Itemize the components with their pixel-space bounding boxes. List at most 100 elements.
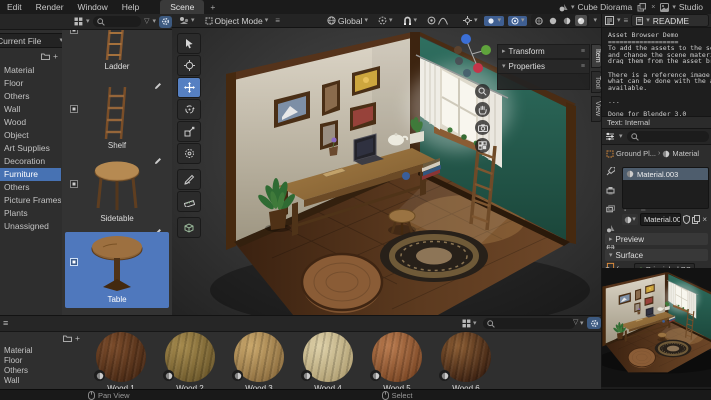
tool-annotate[interactable]: [177, 169, 201, 190]
asset-tile-table-selected[interactable]: Table: [65, 232, 169, 308]
catalog-item[interactable]: Floor: [0, 356, 83, 366]
text-editor-body[interactable]: Asset Browser Demo ================== To…: [602, 28, 711, 116]
catalog-item-selected[interactable]: Furniture: [0, 168, 61, 181]
pivot-point-button[interactable]: ▾: [375, 15, 396, 26]
gear-icon[interactable]: [587, 317, 601, 329]
tool-move[interactable]: [177, 77, 201, 98]
tool-measure[interactable]: [177, 191, 201, 212]
catalog-item[interactable]: Others: [0, 181, 61, 194]
orientation-dropdown[interactable]: Global ▾: [324, 15, 371, 27]
material-slot-list[interactable]: Material.003: [622, 167, 709, 209]
catalog-item[interactable]: Wall: [0, 103, 61, 116]
unlink-icon[interactable]: ×: [702, 215, 707, 224]
asset-tile-wood5[interactable]: Wood 5: [366, 330, 428, 390]
catalog-item[interactable]: Floor: [0, 77, 61, 90]
tool-rotate[interactable]: [177, 99, 201, 120]
preview-panel-header[interactable]: ▸ Preview: [605, 233, 708, 245]
viewport-3d[interactable]: ▾ Object Mode ▾ ≡ Global ▾ ▾ ▾ ▾ ▾ ▾ ▾ ▸…: [172, 14, 601, 315]
add-catalog-button[interactable]: +: [75, 333, 80, 343]
tool-add-cube[interactable]: [177, 217, 201, 238]
search-input[interactable]: [483, 318, 575, 329]
pan-view-button[interactable]: [475, 102, 490, 117]
text-editor-icon[interactable]: [605, 16, 614, 25]
catalog-item[interactable]: Others: [0, 90, 61, 103]
catalog-item[interactable]: Material: [0, 64, 61, 77]
tool-cursor[interactable]: [177, 55, 201, 76]
catalog-item[interactable]: Wood: [0, 116, 61, 129]
shading-rendered-icon[interactable]: [575, 15, 588, 26]
shading-material-icon[interactable]: [561, 15, 573, 26]
asset-source-dropdown[interactable]: Current File ▾: [0, 33, 68, 48]
catalog-item[interactable]: Unassigned: [0, 220, 61, 233]
tab-view[interactable]: View: [591, 96, 601, 122]
new-catalog-icon[interactable]: [41, 52, 51, 60]
new-catalog-icon[interactable]: [63, 333, 73, 343]
menu-window[interactable]: Window: [71, 2, 115, 12]
catalog-item[interactable]: Others: [0, 366, 83, 376]
surface-panel-header[interactable]: ▾ Surface: [605, 249, 708, 261]
filter-icon[interactable]: ▽: [573, 319, 578, 326]
properties-search-input[interactable]: [626, 131, 709, 142]
asset-checkbox-icon[interactable]: [70, 258, 78, 266]
catalog-item[interactable]: Plants: [0, 207, 61, 220]
ortho-toggle-button[interactable]: [475, 138, 490, 153]
tool-scale[interactable]: [177, 121, 201, 142]
tab-output-icon[interactable]: [603, 184, 617, 196]
catalog-item[interactable]: Decoration: [0, 155, 61, 168]
display-mode-icon[interactable]: [74, 17, 83, 26]
add-workspace-button[interactable]: +: [204, 2, 221, 12]
asset-tile-wood1[interactable]: Wood 1: [90, 330, 152, 390]
menu-help[interactable]: Help: [115, 2, 146, 12]
copy-icon[interactable]: [692, 215, 701, 224]
fake-user-shield-icon[interactable]: [683, 215, 691, 224]
tab-item[interactable]: Item: [591, 44, 601, 68]
gear-icon[interactable]: [159, 15, 172, 28]
asset-checkbox-icon[interactable]: [70, 180, 78, 188]
asset-checkbox-icon[interactable]: [70, 105, 78, 113]
shading-solid-icon[interactable]: [547, 15, 559, 26]
zoom-view-button[interactable]: [475, 84, 490, 99]
panel-grip-icon[interactable]: ≡: [581, 48, 585, 55]
proportional-edit-button[interactable]: [424, 15, 451, 26]
asset-checkbox-icon[interactable]: [70, 30, 78, 34]
breadcrumb-object[interactable]: Ground Pl...: [616, 149, 656, 158]
unlink-scene-icon[interactable]: ×: [651, 4, 655, 11]
properties-editor-icon[interactable]: [605, 132, 615, 141]
view-layer-selector[interactable]: ▾ Studio: [660, 2, 703, 12]
asset-tile-shelf[interactable]: Shelf: [65, 85, 169, 155]
filter-icon[interactable]: ▽: [144, 18, 149, 25]
material-slot-selected[interactable]: Material.003: [623, 168, 708, 180]
scene-selector[interactable]: ▾ Cube Diorama: [559, 2, 632, 12]
shading-wireframe-icon[interactable]: [533, 15, 545, 26]
axis-gizmo[interactable]: [450, 30, 496, 78]
material-browse-button[interactable]: ▾: [622, 214, 638, 225]
tool-select-box[interactable]: [177, 33, 201, 54]
viewport-menu-icon[interactable]: ≡: [275, 16, 280, 25]
snap-magnet-button[interactable]: ▾: [400, 15, 421, 27]
asset-tile-wood2[interactable]: Wood 2: [159, 330, 221, 390]
asset-tile-wood6[interactable]: Wood 6: [435, 330, 497, 390]
tab-tool[interactable]: Tool: [591, 70, 601, 94]
menu-edit[interactable]: Edit: [0, 2, 29, 12]
snap-target-button[interactable]: ▾: [460, 15, 481, 26]
viewport-canvas[interactable]: ▸ Transform ≡ ▾ Properties ≡ Item Tool View: [172, 28, 601, 315]
asset-tile-sidetable[interactable]: Sidetable: [65, 158, 169, 228]
asset-tile-ladder[interactable]: Ladder: [65, 30, 169, 78]
catalog-item[interactable]: Wall: [0, 376, 83, 386]
shading-dropdown[interactable]: ▾: [593, 17, 597, 24]
catalog-item[interactable]: Material: [0, 346, 83, 356]
search-input[interactable]: [92, 16, 142, 27]
asset-tile-wood4[interactable]: Wood 4: [297, 330, 359, 390]
transform-panel-header[interactable]: ▸ Transform ≡: [497, 44, 590, 59]
display-mode-icon[interactable]: [462, 319, 471, 328]
new-scene-icon[interactable]: [637, 2, 647, 12]
tab-viewlayer-icon[interactable]: [603, 203, 617, 215]
catalog-item[interactable]: Art Supplies: [0, 142, 61, 155]
panel-grip-icon[interactable]: ≡: [581, 63, 585, 70]
camera-view-button[interactable]: [475, 120, 490, 135]
text-menu-icon[interactable]: ≡: [624, 16, 629, 25]
mode-dropdown[interactable]: Object Mode ▾: [202, 15, 272, 27]
overlay-toggle-button[interactable]: ▾: [507, 15, 528, 26]
tab-tool-icon[interactable]: [603, 165, 617, 177]
catalog-item[interactable]: Object: [0, 129, 61, 142]
